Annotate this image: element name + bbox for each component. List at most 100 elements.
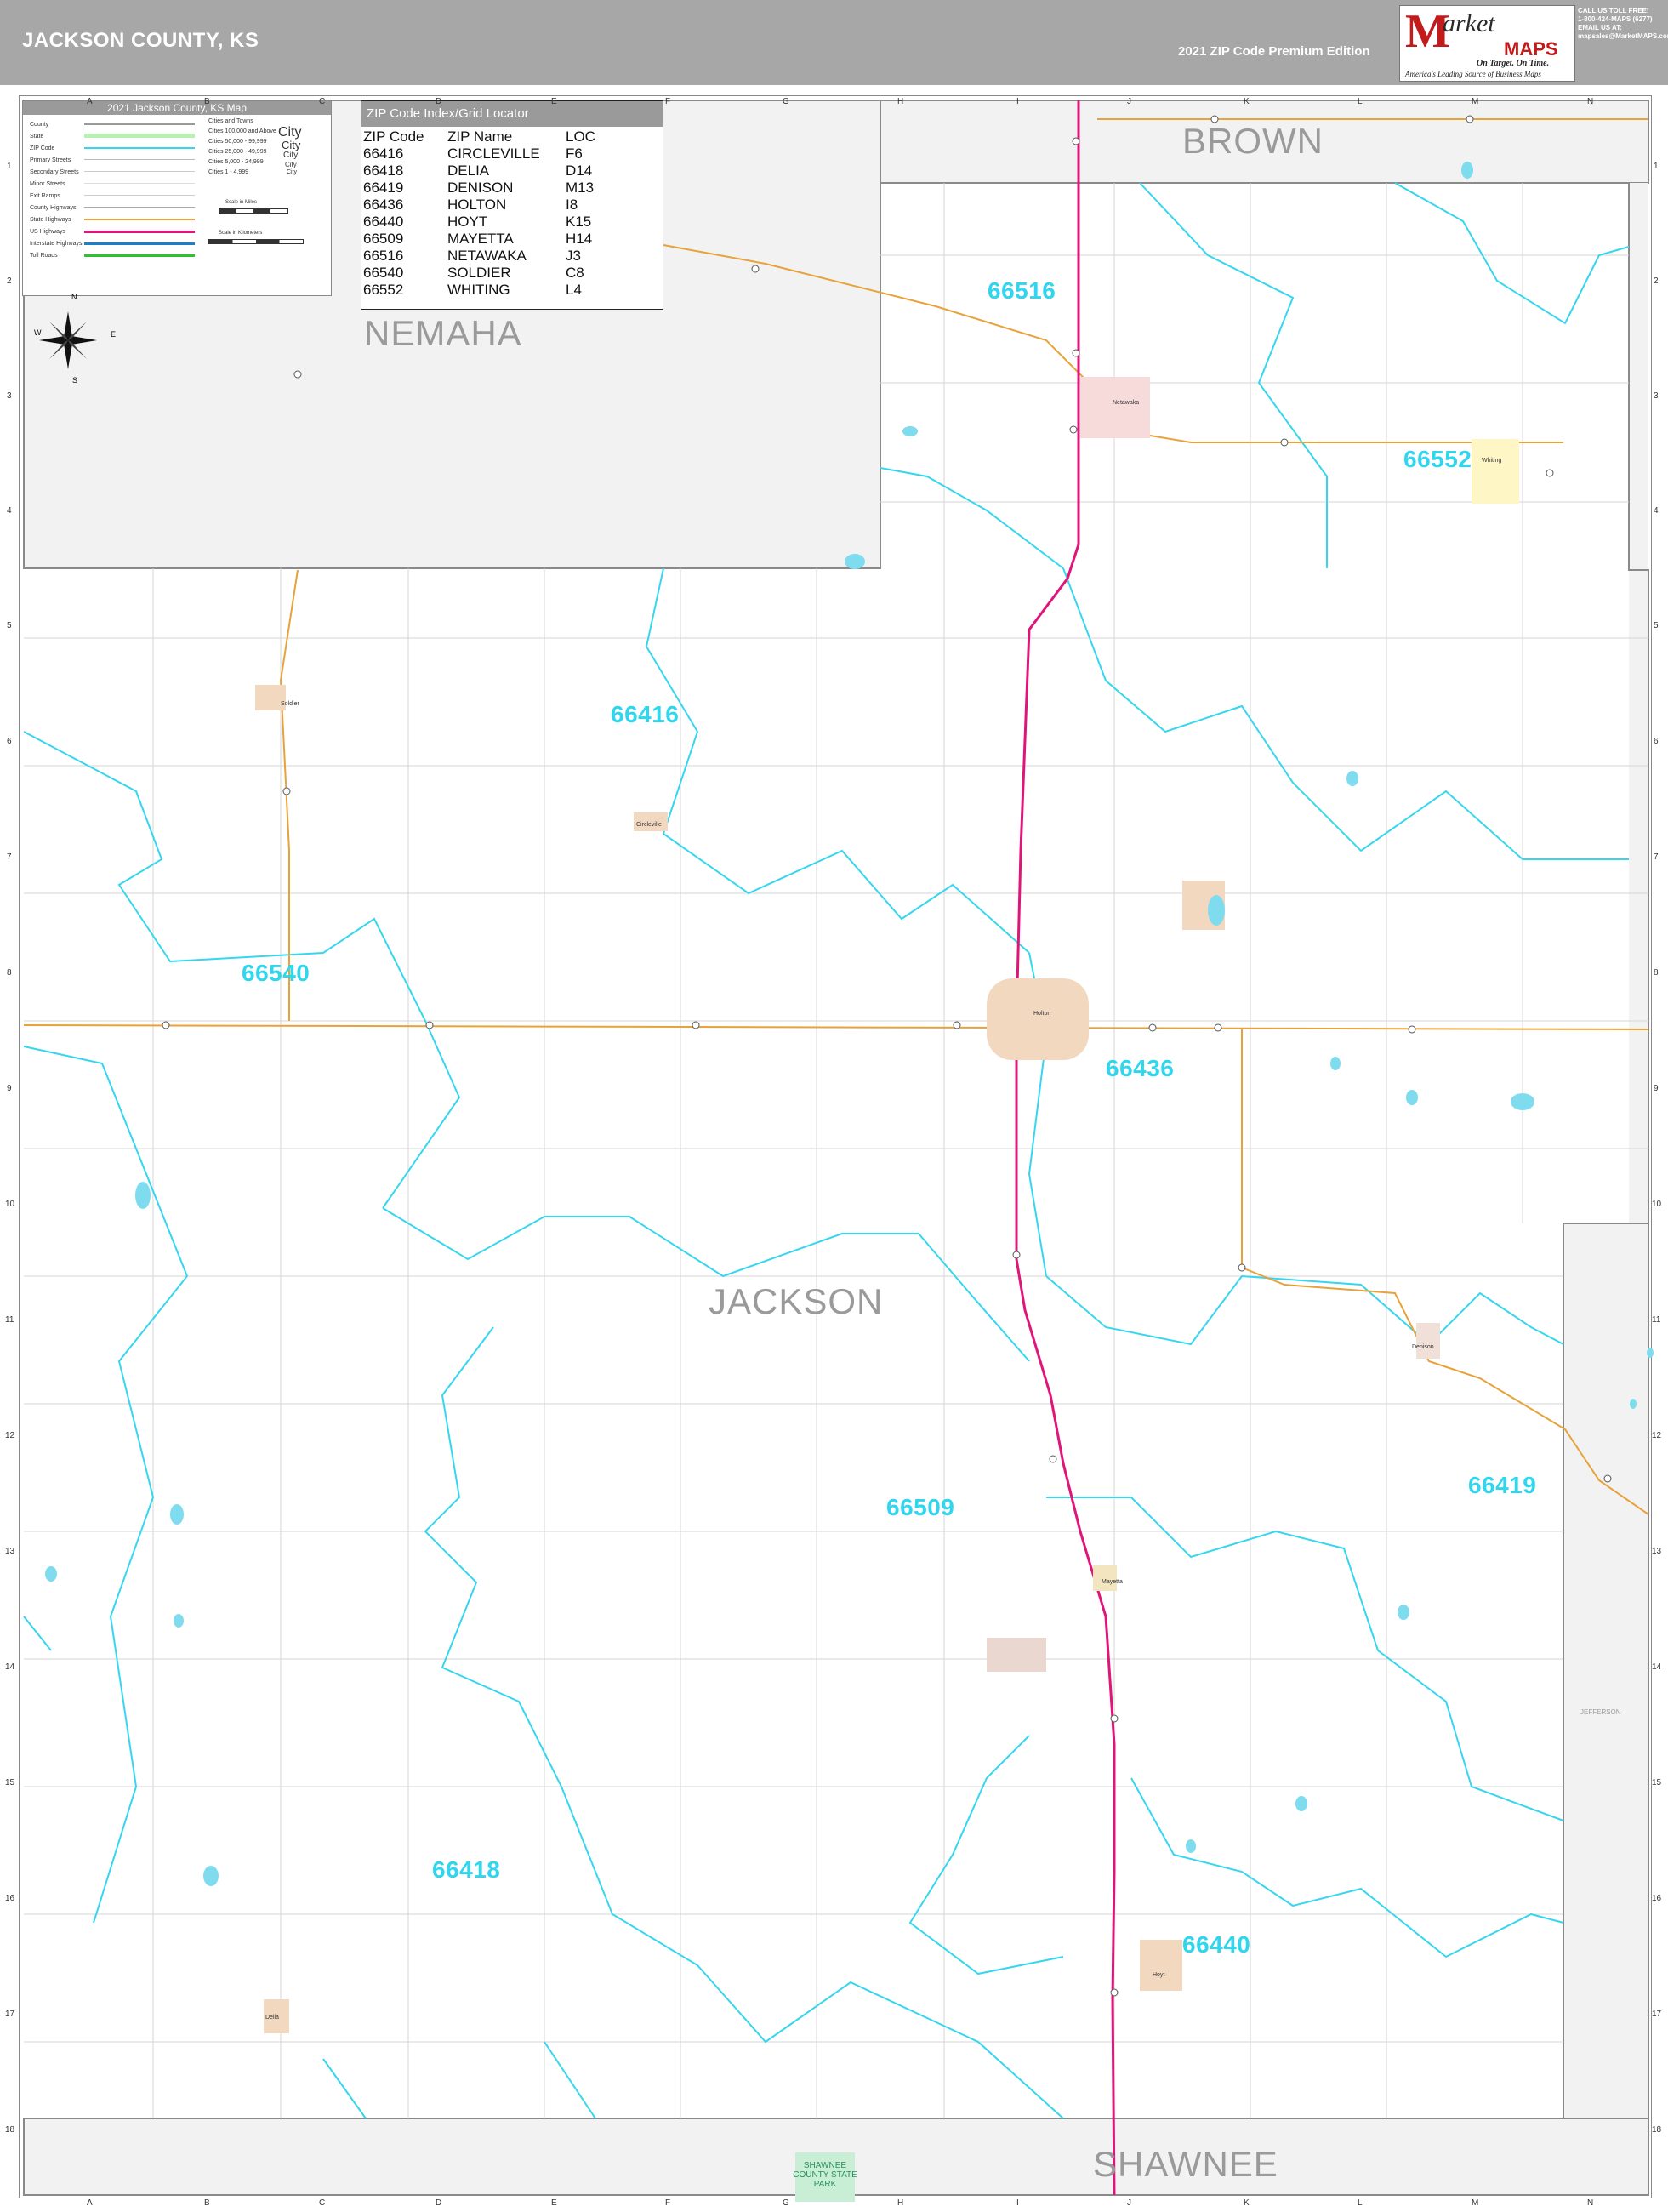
grid-number: 15	[1652, 1778, 1662, 1787]
table-row: 66552 WHITING L4	[361, 282, 663, 299]
legend-city-class: Cities 50,000 - 99,999	[208, 139, 267, 145]
grid-letter: L	[1358, 97, 1363, 106]
denison-town-area	[1416, 1323, 1440, 1359]
grid-number: 9	[1654, 1084, 1659, 1093]
zip-code-cell: 66436	[363, 197, 404, 213]
zip-header-code: ZIP Code	[363, 128, 424, 145]
zip-code-cell: 66416	[363, 145, 404, 162]
legend-us-hwy-line	[84, 231, 195, 237]
table-row: 66540 SOLDIER C8	[361, 265, 663, 282]
grid-number: 12	[1652, 1431, 1662, 1440]
legend-city-sample: City	[283, 151, 299, 160]
legend-title: 2021 Jackson County, KS Map	[23, 101, 331, 115]
grid-number: 17	[1652, 2010, 1662, 2019]
compass-rose-icon	[39, 311, 97, 369]
legend-item: Exit Ramps	[30, 193, 60, 199]
legend-county-hwy-line	[84, 207, 195, 211]
legend-item: State Highways	[30, 217, 71, 223]
zip-code-cell: 66509	[363, 231, 404, 247]
zip-label-66416: 66416	[611, 701, 680, 727]
zip-label-66540: 66540	[242, 960, 310, 986]
town-label-delia: Delia	[265, 2015, 279, 2021]
zip-code-cell: 66540	[363, 265, 404, 281]
state-park-label: SHAWNEE COUNTY STATE PARK	[793, 2161, 857, 2189]
grid-number: 2	[1654, 276, 1659, 286]
legend-city-sample: City	[285, 161, 297, 168]
grid-number: 18	[1652, 2125, 1662, 2135]
compass-s: S	[72, 376, 78, 385]
grid-letter: A	[87, 97, 93, 106]
grid-number: 14	[1652, 1662, 1662, 1672]
zip-label-66419: 66419	[1468, 1472, 1537, 1498]
zip-loc-cell: H14	[566, 231, 593, 247]
town-label-mayetta: Mayetta	[1102, 1579, 1123, 1585]
grid-number: 14	[5, 1662, 15, 1672]
table-row: 66416 CIRCLEVILLE F6	[361, 145, 663, 162]
legend-interstate-line	[84, 242, 195, 248]
legend-item: Secondary Streets	[30, 169, 79, 175]
zip-code-cell: 66419	[363, 180, 404, 196]
grid-number: 8	[1654, 968, 1659, 978]
grid-letter: E	[551, 97, 557, 106]
legend-secondary-line	[84, 171, 195, 175]
grid-number: 3	[1654, 391, 1659, 401]
mayetta-town-area	[1093, 1565, 1117, 1591]
town-label-denison: Denison	[1412, 1344, 1434, 1350]
grid-letter: N	[1587, 97, 1594, 106]
grid-letter: K	[1244, 97, 1250, 106]
grid-number: 11	[1652, 1315, 1661, 1325]
legend-scale-bar-miles	[219, 208, 288, 214]
zip-header-loc: LOC	[566, 128, 595, 145]
legend-city-sample: City	[287, 169, 298, 175]
grid-number: 6	[1654, 737, 1659, 746]
legend-item: US Highways	[30, 229, 66, 235]
grid-number: 3	[7, 391, 12, 401]
grid-number: 9	[7, 1084, 12, 1093]
legend-city-sample: City	[282, 139, 301, 151]
grid-number: 10	[1652, 1200, 1662, 1209]
zip-code-cell: 66440	[363, 214, 404, 230]
zip-index-header-row: ZIP Code ZIP Name LOC	[361, 128, 663, 145]
legend-minor-line	[84, 183, 195, 187]
grid-number: 5	[7, 621, 12, 630]
grid-letter: I	[1016, 97, 1019, 106]
zip-loc-cell: L4	[566, 282, 582, 298]
grid-number: 10	[5, 1200, 15, 1209]
grid-number: 8	[7, 968, 12, 978]
grid-number: 7	[1654, 852, 1659, 862]
grid-letter: I	[1016, 2198, 1019, 2208]
legend-item: Minor Streets	[30, 181, 65, 187]
whiting-town-area	[1472, 439, 1519, 504]
legend-item: County Highways	[30, 205, 77, 211]
compass-w: W	[34, 328, 42, 337]
zip-name-cell: HOLTON	[447, 197, 507, 213]
grid-letter: C	[319, 97, 326, 106]
town-label-netawaka: Netawaka	[1113, 400, 1140, 406]
county-label-brown: BROWN	[1182, 121, 1324, 161]
legend-ramp-line	[84, 195, 195, 199]
legend-toll-line	[84, 254, 195, 260]
town-label-whiting: Whiting	[1482, 458, 1502, 464]
zip-loc-cell: D14	[566, 162, 593, 179]
zip-header-name: ZIP Name	[447, 128, 513, 145]
legend-county-line	[84, 123, 195, 128]
town-label-soldier: Soldier	[281, 701, 299, 707]
zip-name-cell: MAYETTA	[447, 231, 514, 247]
table-row: 66436 HOLTON I8	[361, 197, 663, 214]
legend-item: Primary Streets	[30, 157, 71, 163]
grid-number: 2	[7, 276, 12, 286]
county-label-nemaha: NEMAHA	[364, 313, 522, 353]
zip-name-cell: DENISON	[447, 180, 514, 196]
grid-letter: K	[1244, 2198, 1250, 2208]
grid-number: 16	[1652, 1894, 1662, 1903]
grid-letter: H	[897, 97, 904, 106]
town-label-holton: Holton	[1033, 1011, 1051, 1017]
grid-number: 18	[5, 2125, 15, 2135]
map-legend: 2021 Jackson County, KS Map County State…	[22, 100, 332, 296]
grid-letter: C	[319, 2198, 326, 2208]
zip-loc-cell: J3	[566, 248, 581, 264]
zip-name-cell: NETAWAKA	[447, 248, 527, 264]
legend-city-class: Cities 5,000 - 24,999	[208, 159, 264, 165]
table-row: 66509 MAYETTA H14	[361, 231, 663, 248]
grid-number: 11	[5, 1315, 14, 1325]
